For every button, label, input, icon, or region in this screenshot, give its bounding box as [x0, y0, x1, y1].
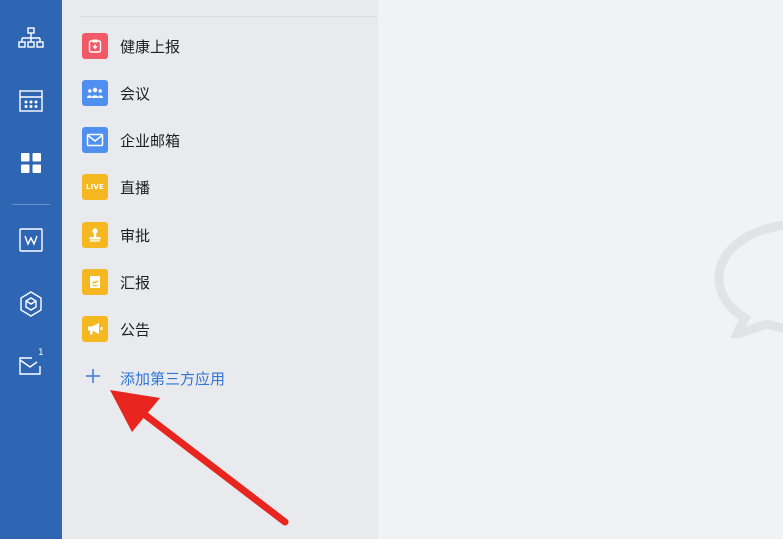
rail-organization[interactable] [0, 15, 62, 63]
app-label: 企业邮箱 [120, 131, 181, 150]
app-approval[interactable]: 审批 [82, 218, 362, 252]
rail-mail[interactable]: 1 [0, 342, 62, 390]
health-report-icon [82, 33, 108, 59]
app-announcement[interactable]: 公告 [82, 312, 362, 346]
app-label: 公告 [120, 320, 151, 339]
approval-stamp-icon [82, 222, 108, 248]
announcement-icon [82, 316, 108, 342]
app-label: 直播 [120, 178, 151, 197]
app-live[interactable]: LIVE 直播 [82, 170, 362, 204]
plus-icon [84, 367, 106, 390]
app-health-report[interactable]: 健康上报 [82, 29, 362, 63]
app-enterprise-mail[interactable]: 企业邮箱 [82, 123, 362, 157]
app-label: 会议 [120, 84, 151, 103]
rail-workbench[interactable] [0, 280, 62, 328]
app-report[interactable]: 汇报 [82, 265, 362, 299]
rail-divider [12, 204, 50, 205]
rail-calendar[interactable] [0, 77, 62, 125]
sidebar-rail: 1 [0, 0, 62, 539]
app-meeting[interactable]: 会议 [82, 76, 362, 110]
document-w-icon [18, 227, 44, 253]
mail-badge: 1 [38, 348, 44, 358]
rail-documents[interactable] [0, 216, 62, 264]
panel-divider [80, 16, 378, 17]
org-chart-icon [17, 26, 45, 52]
add-third-party-app-label: 添加第三方应用 [120, 369, 226, 388]
main-content-area [378, 0, 783, 539]
rail-apps[interactable] [0, 139, 62, 187]
chat-bubble-icon [713, 218, 783, 342]
add-third-party-app-button[interactable]: 添加第三方应用 [84, 362, 225, 394]
app-label: 审批 [120, 226, 151, 245]
apps-grid-icon [19, 151, 43, 175]
app-label: 健康上报 [120, 37, 181, 56]
meeting-icon [82, 80, 108, 106]
live-icon: LIVE [82, 174, 108, 200]
hexagon-icon [18, 290, 44, 318]
report-icon [82, 269, 108, 295]
calendar-icon [17, 88, 45, 114]
apps-panel: 健康上报 会议 企业邮箱 LIVE 直播 审批 汇报 公告 添加第三方应用 [62, 0, 378, 539]
app-label: 汇报 [120, 273, 151, 292]
mail-icon [82, 127, 108, 153]
